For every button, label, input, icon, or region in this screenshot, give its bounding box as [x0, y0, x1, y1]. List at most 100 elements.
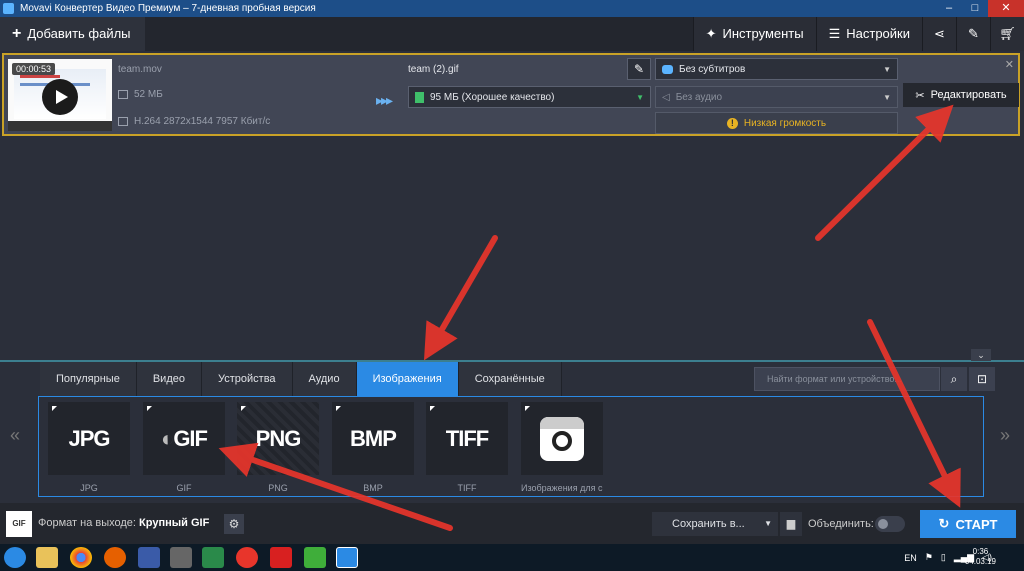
tools-button[interactable]: ✦ Инструменты [692, 17, 816, 51]
format-bmp[interactable]: BMP BMP [332, 402, 414, 493]
battery-icon[interactable]: ▯ [941, 552, 946, 563]
minimize-button[interactable]: – [936, 0, 962, 17]
tab-images[interactable]: Изображения [356, 362, 459, 396]
detect-device-button[interactable]: ⊡ [969, 367, 995, 391]
toolbar: + Добавить файлы ✦ Инструменты ☰ Настрой… [0, 17, 1024, 51]
wrench-button[interactable]: ✎ [956, 17, 990, 51]
convert-arrow-icon: ▸▸▸ [376, 92, 393, 108]
wrench-icon: ✎ [968, 26, 979, 41]
scroll-right-icon[interactable]: » [1000, 425, 1010, 446]
instagram-icon [540, 416, 584, 461]
share-button[interactable]: ⋖ [922, 17, 956, 51]
refresh-icon: ↻ [938, 516, 950, 531]
save-disk-icon[interactable] [138, 547, 160, 568]
tab-video[interactable]: Видео [136, 362, 202, 396]
rename-button[interactable]: ✎ [627, 58, 651, 80]
format-tile: BMP [332, 402, 414, 475]
format-label: Изображения для с... [521, 483, 603, 493]
start-menu-icon[interactable] [4, 547, 26, 568]
video-thumbnail[interactable]: 00:00:53 [8, 59, 112, 131]
format-settings-button[interactable]: ⚙ [224, 514, 244, 534]
movavi-taskbar-icon[interactable] [336, 547, 358, 568]
collapse-panel-button[interactable]: ⌄ [971, 349, 991, 361]
output-format-select[interactable]: 95 МБ (Хорошее качество) ▼ [408, 86, 651, 108]
folder-icon: ▆ [786, 518, 796, 530]
low-volume-warning[interactable]: ! Низкая громкость [655, 112, 898, 134]
add-files-button[interactable]: + Добавить файлы [0, 17, 145, 51]
window-title: Movavi Конвертер Видео Премиум – 7-дневн… [20, 3, 316, 14]
format-label: GIF [176, 483, 192, 493]
tab-audio[interactable]: Аудио [292, 362, 357, 396]
scroll-left-icon[interactable]: « [10, 425, 20, 446]
gif-mark-icon: ◐ [161, 425, 174, 451]
format-jpg[interactable]: JPG JPG [48, 402, 130, 493]
yandex-browser-icon[interactable] [236, 547, 258, 568]
tab-popular[interactable]: Популярные [40, 362, 137, 396]
file-size-icon [118, 90, 128, 99]
open-folder-button[interactable]: ▆ [780, 512, 802, 536]
format-tabs: Популярные Видео Устройства Аудио Изобра… [40, 362, 562, 396]
instagram-lens [552, 430, 572, 451]
format-gif[interactable]: ◐GIF GIF [143, 402, 225, 493]
duration-badge: 00:00:53 [12, 63, 56, 75]
tools-label: Инструменты [722, 26, 804, 41]
format-tiff[interactable]: TIFF TIFF [426, 402, 508, 493]
output-format-value: 95 МБ (Хорошее качество) [430, 91, 555, 103]
play-button[interactable] [42, 79, 78, 115]
add-files-label: Добавить файлы [27, 26, 131, 41]
source-codec: H.264 2872x1544 7957 Кбит/с [134, 116, 271, 127]
format-png[interactable]: PNG PNG [237, 402, 319, 493]
notifications-icon[interactable] [998, 544, 1024, 571]
language-indicator[interactable]: EN [904, 553, 917, 563]
tab-devices[interactable]: Устройства [201, 362, 293, 396]
png-logo: PNG [255, 425, 302, 451]
output-file-name[interactable]: team (2).gif [408, 64, 459, 75]
format-instagram[interactable]: Изображения для с... [521, 402, 603, 493]
format-search-input[interactable]: Найти формат или устройство... [754, 367, 940, 391]
format-label: TIFF [457, 483, 477, 493]
thumbnail-line [20, 75, 60, 78]
lock-app-icon[interactable] [202, 547, 224, 568]
format-tile: TIFF [426, 402, 508, 475]
subtitles-select[interactable]: Без субтитров ▼ [655, 58, 898, 80]
save-location-select[interactable]: Сохранить в... ▼ [652, 512, 778, 536]
magic-wand-icon: ✦ [705, 26, 717, 41]
file-explorer-icon[interactable] [36, 547, 58, 568]
utorrent-icon[interactable] [304, 547, 326, 568]
maximize-button[interactable]: □ [962, 0, 988, 17]
close-window-button[interactable]: ✕ [988, 0, 1024, 17]
yandex-icon[interactable] [270, 547, 292, 568]
chevron-down-icon: ▼ [764, 519, 772, 528]
clock[interactable]: 0:36 04.03.19 [965, 547, 996, 567]
edit-button[interactable]: ✂ Редактировать [903, 83, 1019, 107]
network-app-icon[interactable] [170, 547, 192, 568]
remove-file-icon[interactable]: ✕ [1005, 58, 1014, 71]
merge-toggle[interactable] [875, 516, 905, 532]
tab-saved[interactable]: Сохранённые [458, 362, 562, 396]
bmp-logo: BMP [350, 425, 397, 451]
source-size-row: 52 МБ [118, 89, 163, 100]
cart-icon: 🛒︎ [999, 26, 1016, 41]
chevron-down-icon: ▼ [636, 92, 644, 102]
thumbnail-bar [8, 121, 112, 131]
cart-button[interactable]: 🛒︎ [990, 17, 1024, 51]
format-tile [521, 402, 603, 475]
file-row[interactable]: 00:00:53 team.mov 52 МБ H.264 2872x1544 … [2, 53, 1020, 136]
gif-logo-text: GIF [173, 425, 208, 451]
search-button[interactable]: ⌕ [941, 367, 967, 391]
gear-icon: ⚙ [228, 517, 240, 531]
volume-warning-text: Низкая громкость [743, 117, 827, 129]
chrome-icon[interactable] [70, 547, 92, 568]
file-list-area[interactable] [0, 138, 1024, 360]
file-icon [415, 91, 424, 103]
flag-icon[interactable]: ⚑ [925, 552, 933, 563]
tiff-logo: TIFF [445, 425, 489, 451]
firefox-icon[interactable] [104, 547, 126, 568]
start-label: СТАРТ [955, 516, 998, 532]
audio-select[interactable]: ◁ Без аудио ▼ [655, 86, 898, 108]
source-file-name: team.mov [118, 64, 162, 75]
start-button[interactable]: ↻ СТАРТ [920, 510, 1016, 538]
search-icon: ⌕ [950, 372, 958, 386]
output-format-info: Формат на выходе: Крупный GIF [38, 517, 209, 529]
settings-button[interactable]: ☰ Настройки [815, 17, 922, 51]
